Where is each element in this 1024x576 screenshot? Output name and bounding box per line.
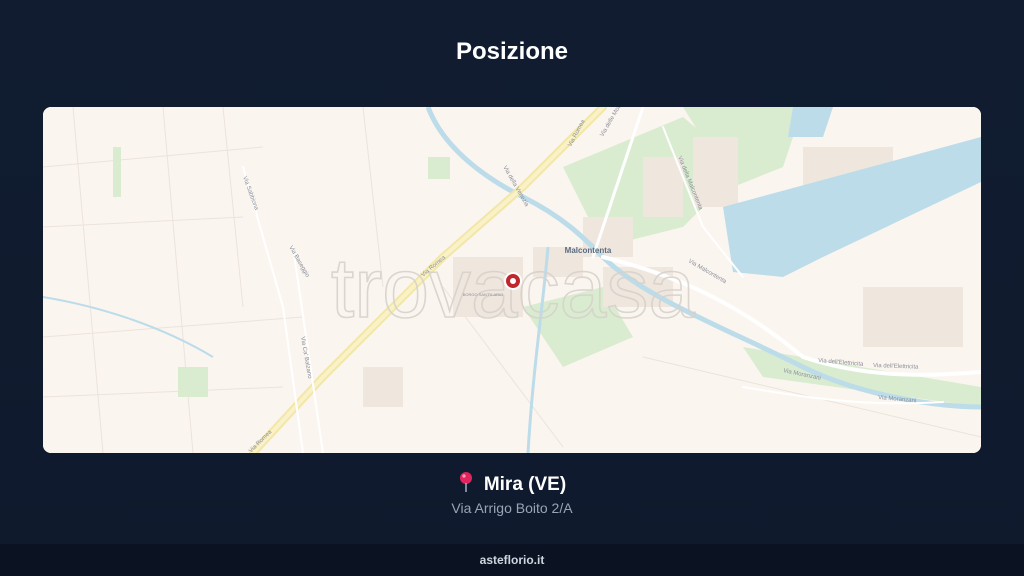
map-canvas[interactable]: trovacasa Via Romea Via Romea Via Romea … [43,107,981,453]
footer-site-link[interactable]: asteflorio.it [480,553,545,567]
place-label: Malcontenta [565,246,612,255]
footer: asteflorio.it [0,544,1024,576]
city-label: Mira (VE) [483,474,567,496]
location-heading: Mira (VE) [0,472,1024,498]
page: Posizione Via Romea Via Romea Via Romea … [0,0,1024,576]
area-label: BORGO SANT'ILARIO [463,292,504,297]
map-container[interactable]: trovacasa Via Romea Via Romea Via Romea … [43,107,981,453]
address-label: Via Arrigo Boito 2/A [451,500,573,516]
pushpin-icon [458,472,474,498]
location-marker[interactable] [504,272,522,290]
page-title: Posizione [455,38,569,65]
